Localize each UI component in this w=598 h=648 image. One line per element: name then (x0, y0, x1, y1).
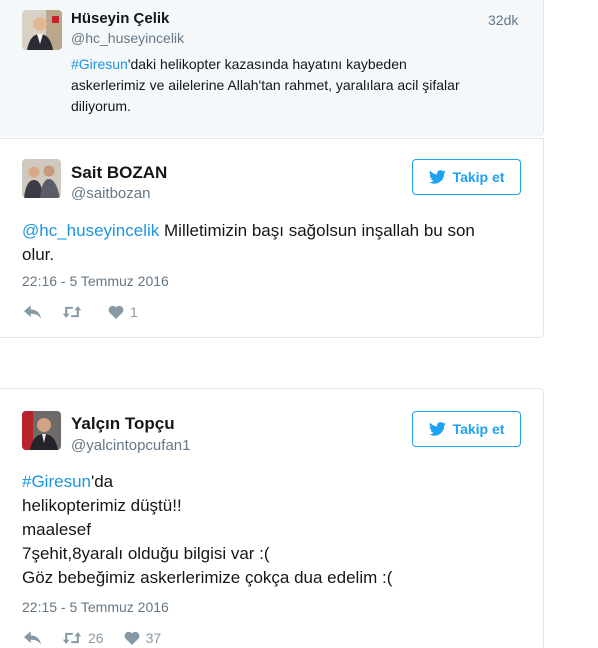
tweet-text-segment: 'daki helikopter kazasında hayatını kayb… (127, 56, 407, 72)
author-handle[interactable]: @hc_huseyincelik (71, 30, 184, 46)
tweet-text: #Giresun'da helikopterimiz düştü!! maale… (22, 470, 522, 590)
like-count: 37 (145, 630, 162, 646)
follow-label: Takip et (452, 421, 505, 437)
reply-button[interactable] (24, 631, 41, 645)
hashtag-link[interactable]: #Giresun (22, 472, 91, 491)
author-name[interactable]: Sait BOZAN (71, 163, 167, 183)
retweet-button[interactable] (62, 305, 88, 319)
tweet-text: #Giresun'daki helikopter kazasında hayat… (71, 54, 511, 117)
avatar[interactable] (22, 159, 61, 198)
time-ago[interactable]: 32dk (488, 12, 518, 28)
retweet-icon (62, 306, 82, 318)
tweet-text-segment: 'da (90, 472, 114, 491)
tweet-text-line: helikopterimiz düştü!! (22, 496, 182, 515)
tweet-text-line: olur. (22, 245, 55, 264)
tweet-card[interactable]: Yalçın Topçu @yalcintopcufan1 Takip et #… (0, 388, 544, 648)
avatar[interactable] (22, 10, 62, 50)
retweet-icon (62, 632, 82, 644)
quoted-tweet[interactable]: Hüseyin Çelik @hc_huseyincelik 32dk #Gir… (0, 0, 544, 137)
tweet-text-segment: Milletimizin başı sağolsun inşallah bu s… (159, 221, 475, 240)
hashtag-link[interactable]: #Giresun (71, 56, 128, 72)
author-name[interactable]: Yalçın Topçu (71, 414, 175, 434)
tweet-card[interactable]: Sait BOZAN @saitbozan Takip et @hc_husey… (0, 138, 544, 338)
tweet-text: @hc_huseyincelik Milletimizin başı sağol… (22, 219, 522, 267)
follow-button[interactable]: Takip et (412, 159, 521, 195)
like-button[interactable]: 1 (108, 304, 138, 320)
tweet-text-line: askerlerimiz ve ailelerine Allah'tan rah… (71, 77, 460, 93)
reply-icon (24, 305, 41, 319)
like-button[interactable]: 37 (124, 630, 162, 646)
tweet-actions: 1 (24, 304, 138, 320)
author-handle[interactable]: @yalcintopcufan1 (71, 437, 190, 454)
reply-button[interactable] (24, 305, 41, 319)
mention-link[interactable]: @hc_huseyincelik (22, 221, 159, 240)
tweet-text-line: Göz bebeğimiz askerlerimize çokça dua ed… (22, 568, 393, 587)
tweet-text-line: maalesef (22, 520, 91, 539)
author-handle[interactable]: @saitbozan (71, 185, 150, 202)
author-name[interactable]: Hüseyin Çelik (71, 10, 169, 27)
follow-button[interactable]: Takip et (412, 411, 521, 447)
heart-icon (124, 631, 139, 645)
avatar[interactable] (22, 411, 61, 450)
follow-label: Takip et (452, 169, 505, 185)
bird-icon (428, 170, 446, 184)
retweet-count: 26 (88, 630, 104, 646)
tweet-timestamp[interactable]: 22:16 - 5 Temmuz 2016 (22, 273, 169, 289)
tweet-text-line: diliyorum. (71, 98, 131, 114)
tweet-timestamp[interactable]: 22:15 - 5 Temmuz 2016 (22, 599, 169, 615)
heart-icon (108, 305, 124, 319)
tweet-text-line: 7şehit,8yaralı olduğu bilgisi var :( (22, 544, 270, 563)
like-count: 1 (130, 304, 138, 320)
bird-icon (428, 422, 446, 436)
reply-icon (24, 631, 41, 645)
retweet-button[interactable]: 26 (62, 630, 104, 646)
tweet-actions: 26 37 (24, 630, 161, 646)
